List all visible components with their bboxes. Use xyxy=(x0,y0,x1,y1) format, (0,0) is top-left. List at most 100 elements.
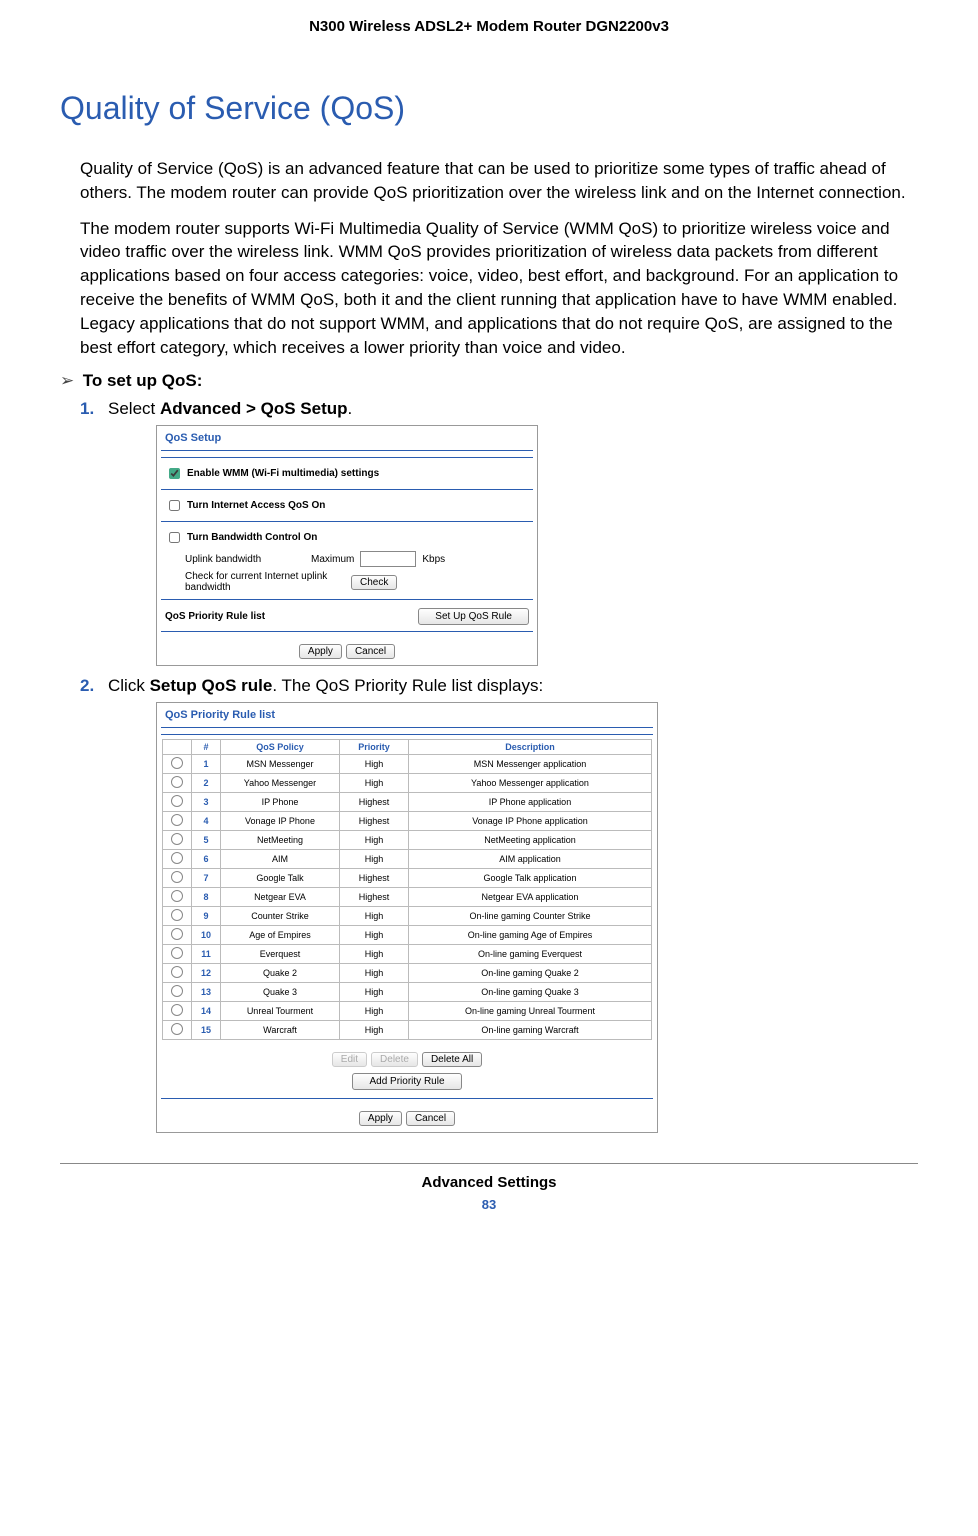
apply-button[interactable]: Apply xyxy=(359,1111,402,1126)
row-policy: Vonage IP Phone xyxy=(221,812,340,831)
row-desc: On-line gaming Quake 2 xyxy=(409,964,652,983)
row-priority: High xyxy=(340,964,409,983)
row-radio[interactable] xyxy=(163,964,192,983)
table-row: 2Yahoo MessengerHighYahoo Messenger appl… xyxy=(163,774,652,793)
row-num: 6 xyxy=(192,850,221,869)
row-priority: Highest xyxy=(340,888,409,907)
divider xyxy=(161,734,653,735)
row-radio[interactable] xyxy=(163,755,192,774)
row-priority: Highest xyxy=(340,793,409,812)
row-priority: High xyxy=(340,831,409,850)
row-desc: Yahoo Messenger application xyxy=(409,774,652,793)
row-priority: High xyxy=(340,926,409,945)
th-desc: Description xyxy=(409,740,652,755)
row-radio[interactable] xyxy=(163,1002,192,1021)
row-radio[interactable] xyxy=(163,1021,192,1040)
th-priority: Priority xyxy=(340,740,409,755)
divider xyxy=(161,1098,653,1099)
divider xyxy=(161,727,653,728)
cancel-button[interactable]: Cancel xyxy=(406,1111,455,1126)
row-policy: IP Phone xyxy=(221,793,340,812)
row-desc: Netgear EVA application xyxy=(409,888,652,907)
divider xyxy=(161,489,533,490)
row-radio[interactable] xyxy=(163,983,192,1002)
row-policy: Age of Empires xyxy=(221,926,340,945)
maximum-label: Maximum xyxy=(311,554,354,565)
edit-button[interactable]: Edit xyxy=(332,1052,367,1067)
row-desc: On-line gaming Quake 3 xyxy=(409,983,652,1002)
wmm-checkbox[interactable] xyxy=(169,468,180,479)
table-row: 13Quake 3HighOn-line gaming Quake 3 xyxy=(163,983,652,1002)
row-desc: On-line gaming Unreal Tourment xyxy=(409,1002,652,1021)
row-policy: Quake 3 xyxy=(221,983,340,1002)
row-desc: On-line gaming Warcraft xyxy=(409,1021,652,1040)
row-num: 13 xyxy=(192,983,221,1002)
priority-rule-list-label: QoS Priority Rule list xyxy=(165,611,410,622)
apply-button[interactable]: Apply xyxy=(299,644,342,659)
row-priority: High xyxy=(340,983,409,1002)
row-policy: MSN Messenger xyxy=(221,755,340,774)
rule-list-panel: QoS Priority Rule list # QoS Policy Prio… xyxy=(156,702,658,1133)
row-radio[interactable] xyxy=(163,869,192,888)
table-row: 9Counter StrikeHighOn-line gaming Counte… xyxy=(163,907,652,926)
row-priority: High xyxy=(340,945,409,964)
bandwidth-label: Turn Bandwidth Control On xyxy=(187,532,317,543)
row-num: 3 xyxy=(192,793,221,812)
row-desc: NetMeeting application xyxy=(409,831,652,850)
row-num: 5 xyxy=(192,831,221,850)
row-policy: Everquest xyxy=(221,945,340,964)
add-priority-rule-button[interactable]: Add Priority Rule xyxy=(352,1073,461,1090)
table-row: 15WarcraftHighOn-line gaming Warcraft xyxy=(163,1021,652,1040)
step-1: Select Advanced > QoS Setup. QoS Setup E… xyxy=(80,399,918,666)
intro-paragraph-2: The modem router supports Wi-Fi Multimed… xyxy=(80,217,918,360)
row-radio[interactable] xyxy=(163,774,192,793)
table-row: 1MSN MessengerHighMSN Messenger applicat… xyxy=(163,755,652,774)
delete-all-button[interactable]: Delete All xyxy=(422,1052,482,1067)
check-button[interactable]: Check xyxy=(351,575,397,590)
row-desc: Google Talk application xyxy=(409,869,652,888)
row-policy: NetMeeting xyxy=(221,831,340,850)
row-priority: Highest xyxy=(340,812,409,831)
row-priority: High xyxy=(340,774,409,793)
row-priority: High xyxy=(340,1021,409,1040)
row-desc: On-line gaming Age of Empires xyxy=(409,926,652,945)
row-num: 14 xyxy=(192,1002,221,1021)
row-radio[interactable] xyxy=(163,907,192,926)
table-row: 4Vonage IP PhoneHighestVonage IP Phone a… xyxy=(163,812,652,831)
table-row: 6AIMHighAIM application xyxy=(163,850,652,869)
th-policy: QoS Policy xyxy=(221,740,340,755)
internet-qos-label: Turn Internet Access QoS On xyxy=(187,500,325,511)
row-desc: AIM application xyxy=(409,850,652,869)
qos-setup-title: QoS Setup xyxy=(157,426,537,448)
internet-qos-checkbox[interactable] xyxy=(169,500,180,511)
row-radio[interactable] xyxy=(163,812,192,831)
row-num: 9 xyxy=(192,907,221,926)
step-2-text-c: . The QoS Priority Rule list displays: xyxy=(272,676,543,695)
arrow-icon: ➢ xyxy=(60,371,78,391)
row-radio[interactable] xyxy=(163,888,192,907)
row-num: 7 xyxy=(192,869,221,888)
bandwidth-checkbox[interactable] xyxy=(169,532,180,543)
row-priority: High xyxy=(340,1002,409,1021)
step-1-text-c: . xyxy=(348,399,353,418)
row-desc: On-line gaming Counter Strike xyxy=(409,907,652,926)
row-desc: MSN Messenger application xyxy=(409,755,652,774)
row-policy: Google Talk xyxy=(221,869,340,888)
table-row: 10Age of EmpiresHighOn-line gaming Age o… xyxy=(163,926,652,945)
row-radio[interactable] xyxy=(163,945,192,964)
delete-button[interactable]: Delete xyxy=(371,1052,418,1067)
rules-table: # QoS Policy Priority Description 1MSN M… xyxy=(162,739,652,1040)
row-radio[interactable] xyxy=(163,850,192,869)
row-num: 11 xyxy=(192,945,221,964)
row-radio[interactable] xyxy=(163,793,192,812)
row-radio[interactable] xyxy=(163,926,192,945)
divider xyxy=(161,599,533,600)
row-desc: IP Phone application xyxy=(409,793,652,812)
setup-qos-rule-button[interactable]: Set Up QoS Rule xyxy=(418,608,529,625)
cancel-button[interactable]: Cancel xyxy=(346,644,395,659)
row-num: 15 xyxy=(192,1021,221,1040)
row-radio[interactable] xyxy=(163,831,192,850)
intro-paragraph-1: Quality of Service (QoS) is an advanced … xyxy=(80,157,918,205)
uplink-input[interactable] xyxy=(360,551,416,567)
row-priority: High xyxy=(340,850,409,869)
